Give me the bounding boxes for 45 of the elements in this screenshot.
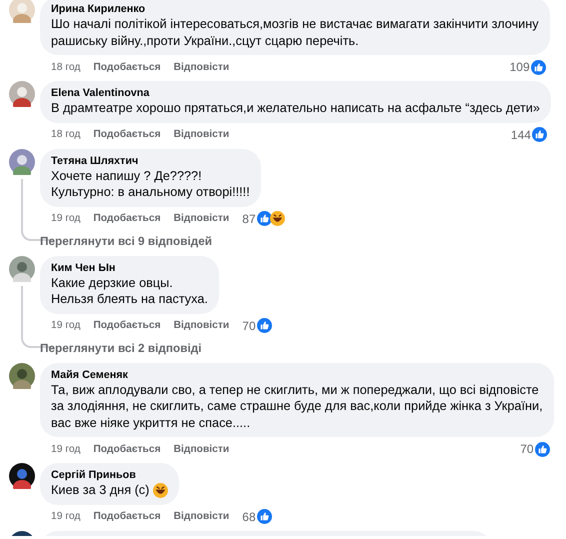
comment-text: рашиську війну.,проти України.,сцут сцарю перечіть. bbox=[51, 32, 360, 49]
reaction-count[interactable]: 68 bbox=[242, 510, 256, 524]
reaction-count[interactable]: 109 bbox=[510, 60, 530, 74]
comment-time[interactable]: 18 год bbox=[51, 62, 80, 72]
reaction-count[interactable]: 87 bbox=[242, 212, 256, 226]
comment-time[interactable]: 19 год bbox=[51, 511, 80, 522]
reply-link[interactable]: Відповісти bbox=[174, 320, 230, 331]
comment-text: Какие дерзкие овцы. bbox=[51, 274, 174, 291]
like-link[interactable]: Подобається bbox=[93, 129, 161, 140]
reply-link[interactable]: Відповісти bbox=[174, 511, 230, 522]
reply-link[interactable]: Відповісти bbox=[174, 213, 230, 224]
comment-time[interactable]: 19 год bbox=[51, 444, 80, 454]
like-link[interactable]: Подобається bbox=[93, 511, 161, 522]
comment-text: В драмтеатре хорошо прятаться,и желательно написать на асфальте “здесь дети» bbox=[51, 100, 540, 116]
like-link[interactable]: Подобається bbox=[93, 213, 161, 224]
author-name[interactable]: Ким Чен Ын bbox=[51, 260, 208, 274]
comment-time[interactable]: 19 год bbox=[51, 320, 80, 331]
like-link[interactable]: Подобається bbox=[93, 320, 161, 331]
comment-text: Киев за 3 дня (с) bbox=[51, 482, 168, 498]
comment-text: Шо началі політікой інтересоваться,мозгів не вистачає вимагати закінчити злочину bbox=[51, 16, 539, 32]
avatar[interactable] bbox=[9, 362, 35, 388]
like-link[interactable]: Подобається bbox=[93, 444, 161, 454]
reaction-count[interactable]: 70 bbox=[242, 318, 256, 332]
avatar[interactable] bbox=[9, 463, 35, 489]
reaction-count[interactable]: 144 bbox=[510, 128, 531, 142]
view-replies-link[interactable]: Переглянути всі 2 відповіді bbox=[40, 338, 276, 358]
reaction-count[interactable]: 70 bbox=[520, 442, 534, 456]
author-name[interactable]: Сергій Приньов bbox=[51, 468, 168, 482]
author-name[interactable]: Майя Семеняк bbox=[51, 368, 543, 382]
reply-link[interactable]: Відповісти bbox=[174, 444, 230, 454]
comment-time[interactable]: 18 год bbox=[51, 129, 80, 140]
comment-text: вас вже ніяке укриття не спасе..... bbox=[51, 414, 252, 431]
comment-time[interactable]: 19 год bbox=[51, 213, 80, 224]
comment-text: Та, виж аплодували сво, а тепер не скиглить, ми ж попереджали, що всі відповісте bbox=[51, 382, 540, 398]
like-link[interactable]: Подобається bbox=[93, 62, 161, 72]
view-replies-link[interactable]: Переглянути всі 9 відповідей bbox=[40, 230, 289, 250]
comment-text: за злодіяння, не скиглить, саме страшне буде для вас,коли прийде жінка з України, bbox=[51, 398, 543, 414]
comment-text: Нельзя блеять на пастуха. bbox=[51, 291, 208, 308]
author-name[interactable]: Elena Valentinovna bbox=[51, 86, 540, 100]
comment-text: Хочете напишу ? Де????! bbox=[51, 168, 203, 184]
reply-link[interactable]: Відповісти bbox=[174, 62, 230, 72]
reply-link[interactable]: Відповісти bbox=[174, 129, 230, 140]
author-name[interactable]: Ирина Кириленко bbox=[51, 2, 539, 16]
comment-text: Культурно: в анальному отворі!!!!! bbox=[51, 184, 250, 200]
author-name[interactable]: Тетяна Шляхтич bbox=[51, 154, 250, 168]
